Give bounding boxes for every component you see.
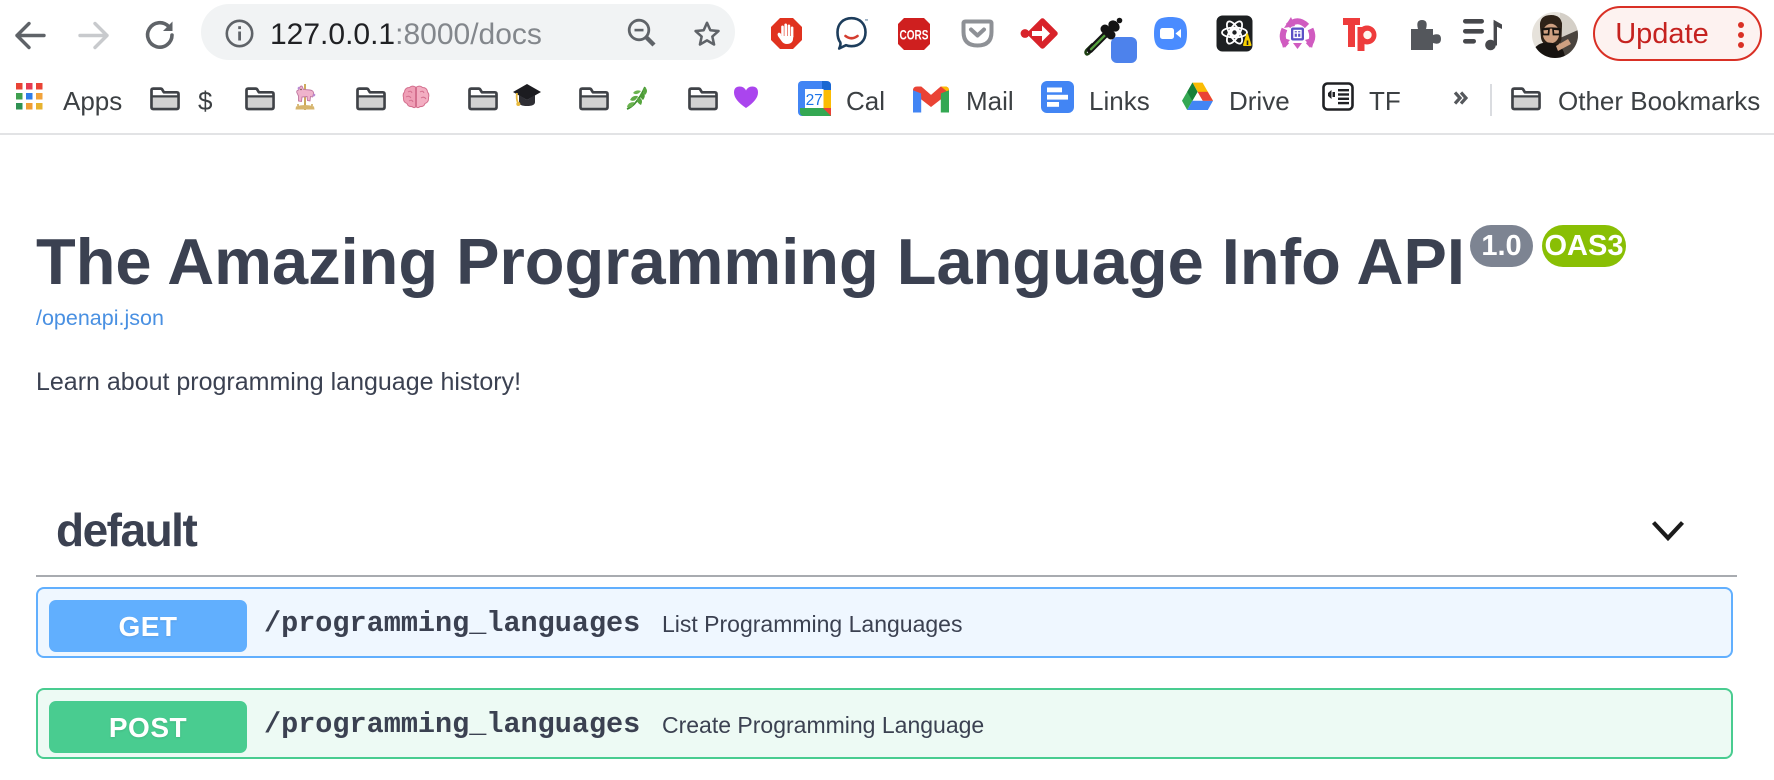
svg-text:CORS: CORS — [900, 27, 929, 43]
svg-text:27: 27 — [806, 92, 823, 109]
